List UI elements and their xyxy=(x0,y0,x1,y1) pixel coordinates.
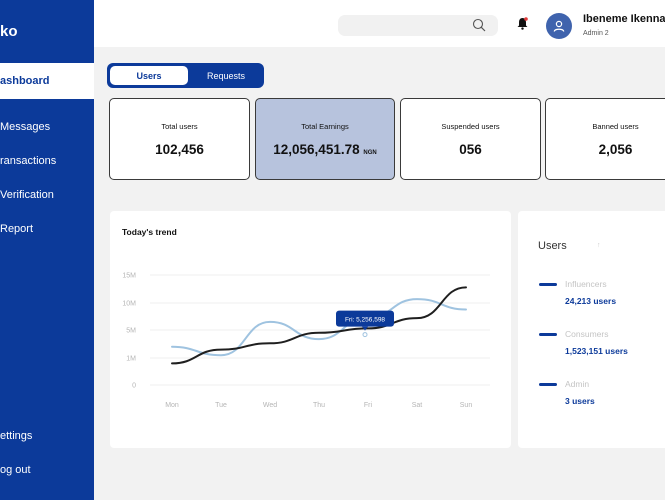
tooltip-point xyxy=(362,332,368,338)
stat-value: 056 xyxy=(459,142,482,157)
legend-value-influencers: 24,213 users xyxy=(565,296,617,306)
trend-chart-card: Today's trend 0 1M 5M 10M 15M Mon Tue Wed Thu Fri… xyxy=(110,211,511,448)
data-point xyxy=(220,349,222,351)
stat-card-banned-users[interactable]: Banned users 2,056 xyxy=(545,98,665,180)
tab-users[interactable]: Users xyxy=(110,66,188,85)
stat-label: Total Earnings xyxy=(301,122,349,131)
legend-value-consumers: 1,523,151 users xyxy=(565,346,628,356)
x-tick-label: Sun xyxy=(460,402,473,409)
legend-label-influencers: Influencers xyxy=(565,279,607,289)
data-point xyxy=(465,286,467,288)
y-tick-label: 5M xyxy=(126,328,136,335)
tab-requests[interactable]: Requests xyxy=(191,66,261,85)
legend-marker xyxy=(539,333,557,336)
stat-card-total-earnings[interactable]: Total Earnings 12,056,451.78 NGN xyxy=(255,98,395,180)
data-point xyxy=(318,332,320,334)
data-point xyxy=(220,354,222,356)
y-tick-label: 0 xyxy=(132,383,136,390)
panel-title: Users xyxy=(538,240,567,252)
data-point xyxy=(416,298,418,300)
user-icon xyxy=(553,20,565,32)
trend-chart: 0 1M 5M 10M 15M Mon Tue Wed Thu Fri Sat Sun Fri: 5,2… xyxy=(122,273,490,409)
legend-label-admin: Admin xyxy=(565,379,590,389)
stat-value-wrapper: 12,056,451.78 NGN xyxy=(256,142,394,157)
data-point xyxy=(269,321,271,323)
stat-label: Suspended users xyxy=(441,122,500,131)
stat-value: 2,056 xyxy=(598,142,633,157)
search-icon[interactable] xyxy=(472,18,486,32)
users-breakdown-panel: Users ↑ Influencers 24,213 users Consume… xyxy=(518,211,665,448)
x-tick-label: Thu xyxy=(313,402,325,409)
data-point xyxy=(318,338,320,340)
stat-value: 102,456 xyxy=(155,142,204,157)
stat-card-total-users[interactable]: Total users 102,456 xyxy=(109,98,250,180)
data-point xyxy=(171,362,173,364)
data-point xyxy=(416,317,418,319)
top-bar: Ibeneme Ikenna Admin 2 xyxy=(94,0,665,47)
legend-label-consumers: Consumers xyxy=(565,329,609,339)
sidebar-item-report[interactable]: Report xyxy=(0,211,33,247)
x-tick-label: Mon xyxy=(165,402,179,409)
legend-value-admin: 3 users xyxy=(565,396,595,406)
sidebar-item-dashboard[interactable]: ashboard xyxy=(0,63,94,99)
sidebar-item-logout[interactable]: og out xyxy=(0,452,31,488)
legend-marker xyxy=(539,383,557,386)
y-tick-label: 10M xyxy=(122,301,136,308)
x-tick-label: Fri xyxy=(364,402,373,409)
user-name: Ibeneme Ikenna xyxy=(583,13,665,25)
data-point xyxy=(171,346,173,348)
x-tick-label: Tue xyxy=(215,402,227,409)
data-point xyxy=(269,342,271,344)
stat-label: Banned users xyxy=(592,122,639,131)
search-input[interactable] xyxy=(338,15,498,36)
sidebar-item-settings[interactable]: ettings xyxy=(0,418,32,454)
user-role: Admin 2 xyxy=(583,30,609,37)
y-tick-label: 1M xyxy=(126,356,136,363)
x-tick-label: Sat xyxy=(412,402,423,409)
data-point xyxy=(367,327,369,329)
y-tick-label: 15M xyxy=(122,273,136,280)
sidebar-item-transactions[interactable]: ransactions xyxy=(0,143,56,179)
view-tabs: Users Requests xyxy=(107,63,264,88)
bell-icon[interactable] xyxy=(517,17,528,30)
caret-icon: ↑ xyxy=(597,242,601,249)
series-line xyxy=(171,298,467,357)
sidebar: ko ashboard Messages ransactions Verific… xyxy=(0,0,94,500)
legend-marker xyxy=(539,283,557,286)
sidebar-item-verification[interactable]: Verification xyxy=(0,177,54,213)
data-point xyxy=(465,308,467,310)
tooltip-label: Fri: 5,256,598 xyxy=(345,317,385,324)
sidebar-item-messages[interactable]: Messages xyxy=(0,109,50,145)
avatar[interactable] xyxy=(546,13,572,39)
stat-card-suspended-users[interactable]: Suspended users 056 xyxy=(400,98,541,180)
app-logo: ko xyxy=(0,23,18,40)
currency-unit: NGN xyxy=(363,150,377,156)
stat-value: 12,056,451.78 xyxy=(273,142,360,157)
stat-label: Total users xyxy=(161,122,198,131)
x-tick-label: Wed xyxy=(263,402,277,409)
